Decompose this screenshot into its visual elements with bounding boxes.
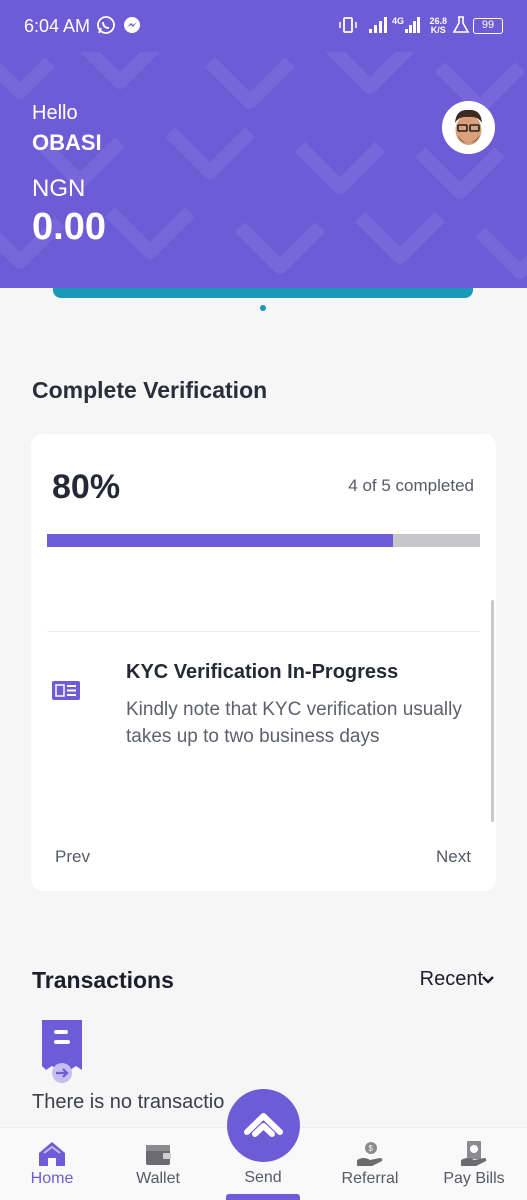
nav-home[interactable]: Home [12, 1128, 92, 1200]
nav-pay-bills[interactable]: Pay Bills [434, 1128, 514, 1200]
account-header: Hello OBASI NGN 0.00 [0, 52, 527, 288]
prev-button[interactable]: Prev [55, 847, 90, 867]
nav-send-label: Send [244, 1169, 282, 1186]
transactions-filter[interactable]: Recent [420, 968, 483, 991]
carousel-card-edge[interactable] [53, 288, 473, 298]
status-time: 6:04 AM [24, 16, 91, 36]
carousel-indicator [260, 305, 266, 311]
header-pattern [0, 52, 527, 279]
flask-icon [452, 16, 470, 33]
transactions-empty-text: There is no transactio [32, 1091, 225, 1113]
user-name: OBASI [32, 130, 102, 155]
signal-4g-icon: 4G [392, 16, 420, 33]
verification-section-title: Complete Verification [32, 377, 268, 403]
svg-text:$: $ [369, 1144, 374, 1153]
chevron-down-icon[interactable] [481, 975, 495, 985]
pay-bills-icon [461, 1141, 487, 1166]
next-button[interactable]: Next [436, 847, 471, 867]
nav-pay-bills-label: Pay Bills [443, 1170, 505, 1187]
svg-text:4G: 4G [392, 16, 404, 26]
whatsapp-icon [97, 16, 115, 34]
scrollbar[interactable] [491, 600, 494, 822]
avatar-image [442, 101, 495, 154]
kyc-step-title: KYC Verification In-Progress [126, 661, 399, 683]
battery-indicator: 99 [473, 18, 503, 34]
wallet-icon [146, 1145, 171, 1165]
signal-icon [369, 17, 387, 33]
referral-icon: $ [357, 1142, 383, 1166]
kyc-step-description: Kindly note that KYC verification usuall… [126, 699, 462, 747]
avatar[interactable] [442, 101, 495, 154]
messenger-icon [124, 17, 140, 33]
verification-percent: 80% [52, 468, 121, 506]
transactions-title: Transactions [32, 967, 174, 993]
id-card-icon [52, 681, 80, 700]
receipt-icon [42, 1020, 82, 1083]
send-icon [244, 1113, 283, 1137]
currency-label: NGN [32, 175, 86, 202]
nav-wallet[interactable]: Wallet [118, 1128, 198, 1200]
status-bar: 6:04 AM 4G 26.8 K/S 99 [0, 0, 527, 52]
greeting-label: Hello [32, 102, 78, 124]
divider [47, 631, 480, 632]
nav-referral-label: Referral [341, 1170, 399, 1187]
vibrate-icon [339, 17, 357, 33]
nav-referral[interactable]: $ Referral [330, 1128, 410, 1200]
verification-card: 80% 4 of 5 completed KYC Verification In… [31, 434, 496, 891]
wallet-balance: 0.00 [32, 206, 106, 248]
network-speed: 26.8 K/S [429, 16, 447, 35]
verification-count: 4 of 5 completed [348, 476, 474, 495]
home-icon [39, 1142, 65, 1166]
send-button[interactable] [227, 1089, 300, 1162]
verification-progress-bar [47, 534, 480, 547]
nav-wallet-label: Wallet [136, 1170, 180, 1187]
nav-home-label: Home [30, 1170, 74, 1187]
send-tab-indicator [226, 1194, 300, 1200]
progress-fill [47, 534, 394, 547]
